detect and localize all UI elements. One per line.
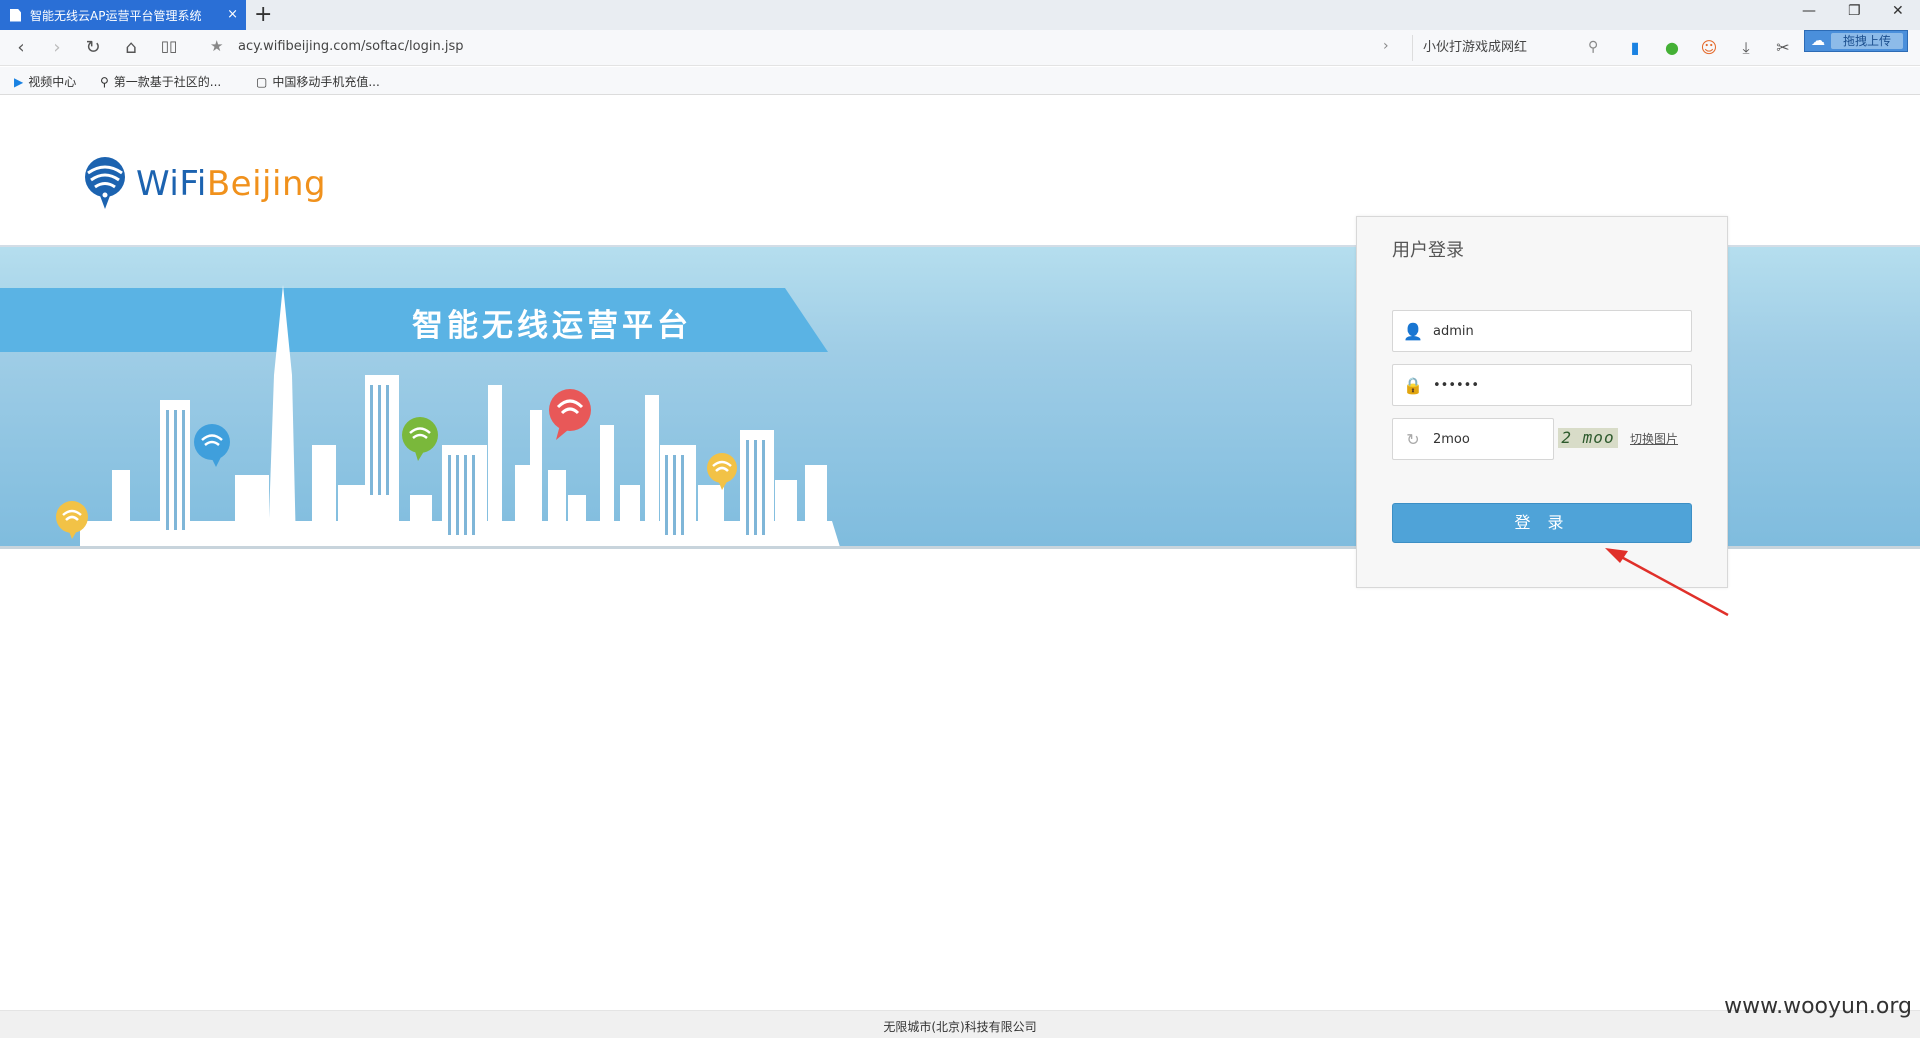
captcha-image[interactable]: 2 moo — [1558, 428, 1618, 448]
forward-icon[interactable]: › — [46, 37, 68, 58]
search-input[interactable]: 小伙打游戏成网红 — [1412, 35, 1608, 61]
search-icon: ⚲ — [100, 74, 109, 89]
new-tab-button[interactable]: + — [254, 2, 272, 27]
globe-wifi-logo-icon — [85, 157, 125, 209]
password-input[interactable] — [1433, 377, 1673, 393]
captcha-field[interactable]: ↻ — [1392, 418, 1554, 460]
brand-beijing: Beijing — [206, 164, 327, 204]
reading-mode-icon[interactable]: ▯▯ — [158, 37, 180, 55]
chat-icon[interactable]: ● — [1661, 37, 1683, 59]
avatar-icon[interactable]: ☺ — [1698, 37, 1720, 59]
document-icon — [10, 8, 21, 22]
bookmark-label: 视频中心 — [28, 75, 77, 89]
browser-nav-bar: ‹ › ↻ ⌂ ▯▯ ★ acy.wifibeijing.com/softac/… — [0, 30, 1920, 66]
red-arrow-annotation — [1605, 548, 1729, 617]
download-icon[interactable]: ⤓ — [1735, 37, 1757, 59]
wifi-bubble-icon — [194, 424, 230, 467]
page-icon: ▢ — [256, 74, 268, 89]
password-field[interactable]: 🔒 — [1392, 364, 1692, 406]
scissors-icon[interactable]: ✂ — [1772, 37, 1794, 59]
bookmark-label: 中国移动手机充值... — [272, 75, 380, 89]
login-title: 用户登录 — [1392, 240, 1464, 261]
watermark-text: www.wooyun.org — [1724, 994, 1912, 1019]
address-bar[interactable]: acy.wifibeijing.com/softac/login.jsp — [238, 39, 463, 54]
play-icon: ▶ — [14, 74, 24, 89]
user-icon: 👤 — [1403, 321, 1423, 341]
login-button[interactable]: 登 录 — [1392, 503, 1692, 543]
reload-icon[interactable]: ↻ — [82, 37, 104, 58]
username-field[interactable]: 👤 — [1392, 310, 1692, 352]
brand-name: WiFiBeijing — [136, 164, 326, 204]
upload-label: 拖拽上传 — [1831, 33, 1903, 49]
login-panel: 用户登录 👤 🔒 ↻ 2 moo 切换图片 登 录 — [1356, 216, 1728, 588]
brand-wifi: WiFi — [136, 164, 207, 204]
minimize-button[interactable]: — — [1802, 3, 1816, 19]
chevron-right-icon[interactable]: › — [1383, 38, 1389, 54]
bookmark-item[interactable]: ⚲ 第一款基于社区的... — [100, 73, 221, 90]
drag-upload-badge[interactable]: ☁ 拖拽上传 — [1804, 30, 1908, 52]
captcha-input[interactable] — [1433, 431, 1543, 447]
footer-company: 无限城市(北京)科技有限公司 — [883, 1020, 1037, 1034]
bookmarks-bar: ▶ 视频中心 ⚲ 第一款基于社区的... ▢ 中国移动手机充值... — [0, 67, 1920, 95]
cloud-icon: ☁ — [1811, 33, 1825, 49]
browser-tab-bar: 智能无线云AP运营平台管理系统 × + — ❐ ✕ — [0, 0, 1920, 30]
restore-button[interactable]: ❐ — [1848, 3, 1861, 19]
mobile-icon[interactable]: ▮ — [1624, 37, 1646, 59]
home-icon[interactable]: ⌂ — [120, 37, 142, 58]
switch-captcha-link[interactable]: 切换图片 — [1630, 430, 1678, 447]
tab-close-icon[interactable]: × — [227, 7, 238, 22]
wifibeijing-logo[interactable]: WiFiBeijing — [80, 155, 326, 213]
search-icon[interactable]: ⚲ — [1588, 39, 1598, 55]
city-skyline-illustration — [56, 285, 840, 547]
bookmark-item[interactable]: ▢ 中国移动手机充值... — [256, 73, 380, 90]
tab-title: 智能无线云AP运营平台管理系统 — [30, 8, 202, 23]
close-window-button[interactable]: ✕ — [1892, 3, 1904, 19]
refresh-icon: ↻ — [1406, 429, 1420, 449]
bookmark-item[interactable]: ▶ 视频中心 — [14, 73, 76, 90]
username-input[interactable] — [1433, 323, 1673, 339]
bookmark-star-icon[interactable]: ★ — [210, 37, 223, 55]
back-icon[interactable]: ‹ — [10, 37, 32, 58]
page-footer: 无限城市(北京)科技有限公司 — [0, 1010, 1920, 1038]
browser-tab-active[interactable]: 智能无线云AP运营平台管理系统 × — [0, 0, 246, 30]
lock-icon: 🔒 — [1403, 375, 1423, 395]
bookmark-label: 第一款基于社区的... — [113, 75, 222, 89]
